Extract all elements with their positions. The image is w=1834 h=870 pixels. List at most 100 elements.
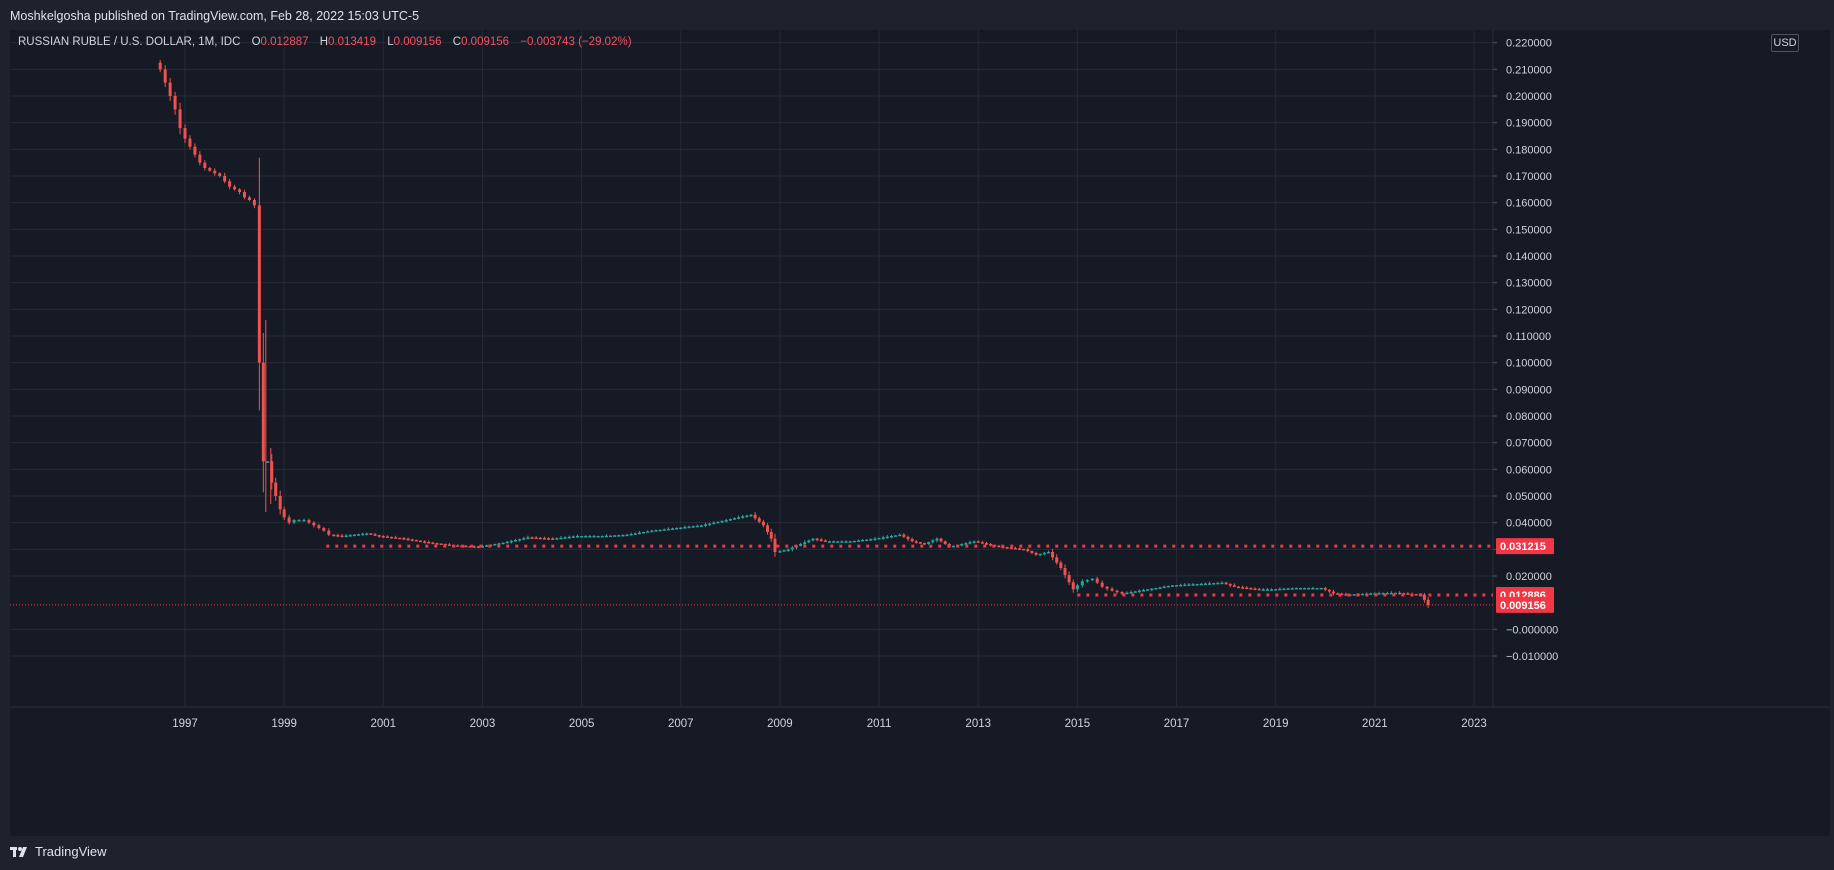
candle-body bbox=[1323, 588, 1327, 590]
candle-body bbox=[307, 520, 311, 523]
candle-body bbox=[431, 542, 435, 545]
candle-body bbox=[233, 186, 237, 190]
candle-body bbox=[1013, 548, 1017, 550]
price-tick-label: 0.140000 bbox=[1506, 251, 1552, 263]
time-tick-label: 2001 bbox=[371, 718, 397, 730]
currency-button[interactable]: USD bbox=[1771, 34, 1799, 52]
candle-body bbox=[501, 542, 505, 545]
candle-body bbox=[1038, 553, 1042, 556]
price-tick-label: 0.060000 bbox=[1506, 464, 1552, 476]
footer: TradingView bbox=[10, 844, 107, 859]
candle-body bbox=[894, 535, 898, 537]
candle-body bbox=[1080, 581, 1084, 586]
candle-body bbox=[1063, 568, 1067, 576]
candle-body bbox=[1179, 584, 1183, 587]
symbol-title[interactable]: RUSSIAN RUBLE / U.S. DOLLAR, 1M, IDC bbox=[18, 36, 240, 48]
candle-body bbox=[885, 536, 889, 539]
candle-body bbox=[464, 545, 468, 548]
footer-brand[interactable]: TradingView bbox=[35, 844, 107, 859]
candle-body bbox=[505, 541, 509, 544]
time-tick-label: 2023 bbox=[1461, 718, 1487, 730]
candle-body bbox=[910, 539, 914, 542]
price-tick-label: 0.040000 bbox=[1506, 518, 1552, 530]
candle-body bbox=[257, 205, 261, 363]
candle-body bbox=[423, 541, 427, 543]
candle-body bbox=[889, 536, 893, 538]
candle-body bbox=[699, 525, 703, 527]
price-tick-label: 0.080000 bbox=[1506, 411, 1552, 423]
candle-body bbox=[1319, 588, 1323, 590]
candle-body bbox=[939, 538, 943, 542]
candle-body bbox=[662, 529, 666, 531]
time-tick-label: 1997 bbox=[172, 718, 198, 730]
candle-body bbox=[1245, 587, 1249, 590]
candle-body bbox=[168, 82, 172, 96]
price-tick-label: −0.000000 bbox=[1506, 624, 1558, 636]
candle-body bbox=[671, 528, 675, 530]
candle-body bbox=[1426, 599, 1430, 605]
time-tick-label: 2015 bbox=[1065, 718, 1091, 730]
candle-body bbox=[852, 540, 856, 543]
candle-body bbox=[960, 544, 964, 546]
price-tick-label: 0.120000 bbox=[1506, 304, 1552, 316]
candle-body bbox=[819, 539, 823, 542]
open-label: O bbox=[251, 36, 261, 48]
candle-body bbox=[1398, 592, 1402, 595]
candle-body bbox=[1377, 593, 1381, 595]
candle-body bbox=[223, 176, 227, 182]
candle-body bbox=[997, 545, 1001, 548]
candle-body bbox=[1327, 589, 1331, 592]
candle-body bbox=[1265, 589, 1269, 591]
candle-body bbox=[799, 544, 803, 546]
candle-body bbox=[848, 541, 852, 543]
candle-body bbox=[1261, 589, 1265, 591]
candle-body bbox=[518, 539, 522, 541]
candle-body bbox=[1224, 582, 1228, 585]
candle-body bbox=[456, 545, 460, 547]
chart-area[interactable]: 0.2300000.2200000.2100000.2000000.190000… bbox=[10, 30, 1830, 836]
candle-body bbox=[666, 528, 670, 531]
candle-body bbox=[629, 534, 633, 536]
candle-body bbox=[1175, 585, 1179, 587]
candle-body bbox=[761, 521, 765, 526]
candle-body bbox=[976, 541, 980, 543]
candle-body bbox=[1105, 586, 1109, 589]
candle-body bbox=[547, 538, 551, 540]
price-tick-label: 0.100000 bbox=[1506, 358, 1552, 370]
candle-body bbox=[1191, 584, 1195, 586]
candle-body bbox=[158, 62, 162, 70]
candle-body bbox=[1059, 562, 1063, 568]
candle-body bbox=[418, 540, 422, 543]
candle-body bbox=[1162, 586, 1166, 589]
candle-body bbox=[951, 545, 955, 548]
candle-body bbox=[927, 542, 931, 544]
candle-body bbox=[1278, 588, 1282, 591]
candle-body bbox=[1249, 588, 1253, 590]
candle-body bbox=[654, 530, 658, 532]
candle-body bbox=[1067, 575, 1071, 583]
candle-body bbox=[414, 540, 418, 542]
candle-body bbox=[1090, 578, 1094, 581]
candle-body bbox=[1110, 588, 1114, 591]
candle-body bbox=[365, 533, 369, 535]
candle-body bbox=[906, 536, 910, 540]
candle-body bbox=[757, 518, 761, 522]
candle-body bbox=[373, 534, 377, 536]
candle-body bbox=[588, 536, 592, 538]
candle-body bbox=[823, 540, 827, 542]
candle-body bbox=[1208, 583, 1212, 585]
candle-body bbox=[935, 538, 939, 541]
candle-body bbox=[753, 514, 757, 519]
candle-body bbox=[394, 537, 398, 539]
candle-body bbox=[410, 539, 414, 541]
candle-body bbox=[1034, 552, 1038, 555]
candle-body bbox=[1120, 592, 1124, 594]
candle-body bbox=[1055, 557, 1059, 563]
candle-body bbox=[633, 533, 637, 535]
candle-body bbox=[1360, 593, 1364, 596]
candle-body bbox=[398, 537, 402, 540]
candle-body bbox=[1212, 583, 1216, 585]
candle-body bbox=[600, 536, 604, 538]
candle-body bbox=[213, 170, 217, 174]
candle-body bbox=[749, 514, 753, 517]
